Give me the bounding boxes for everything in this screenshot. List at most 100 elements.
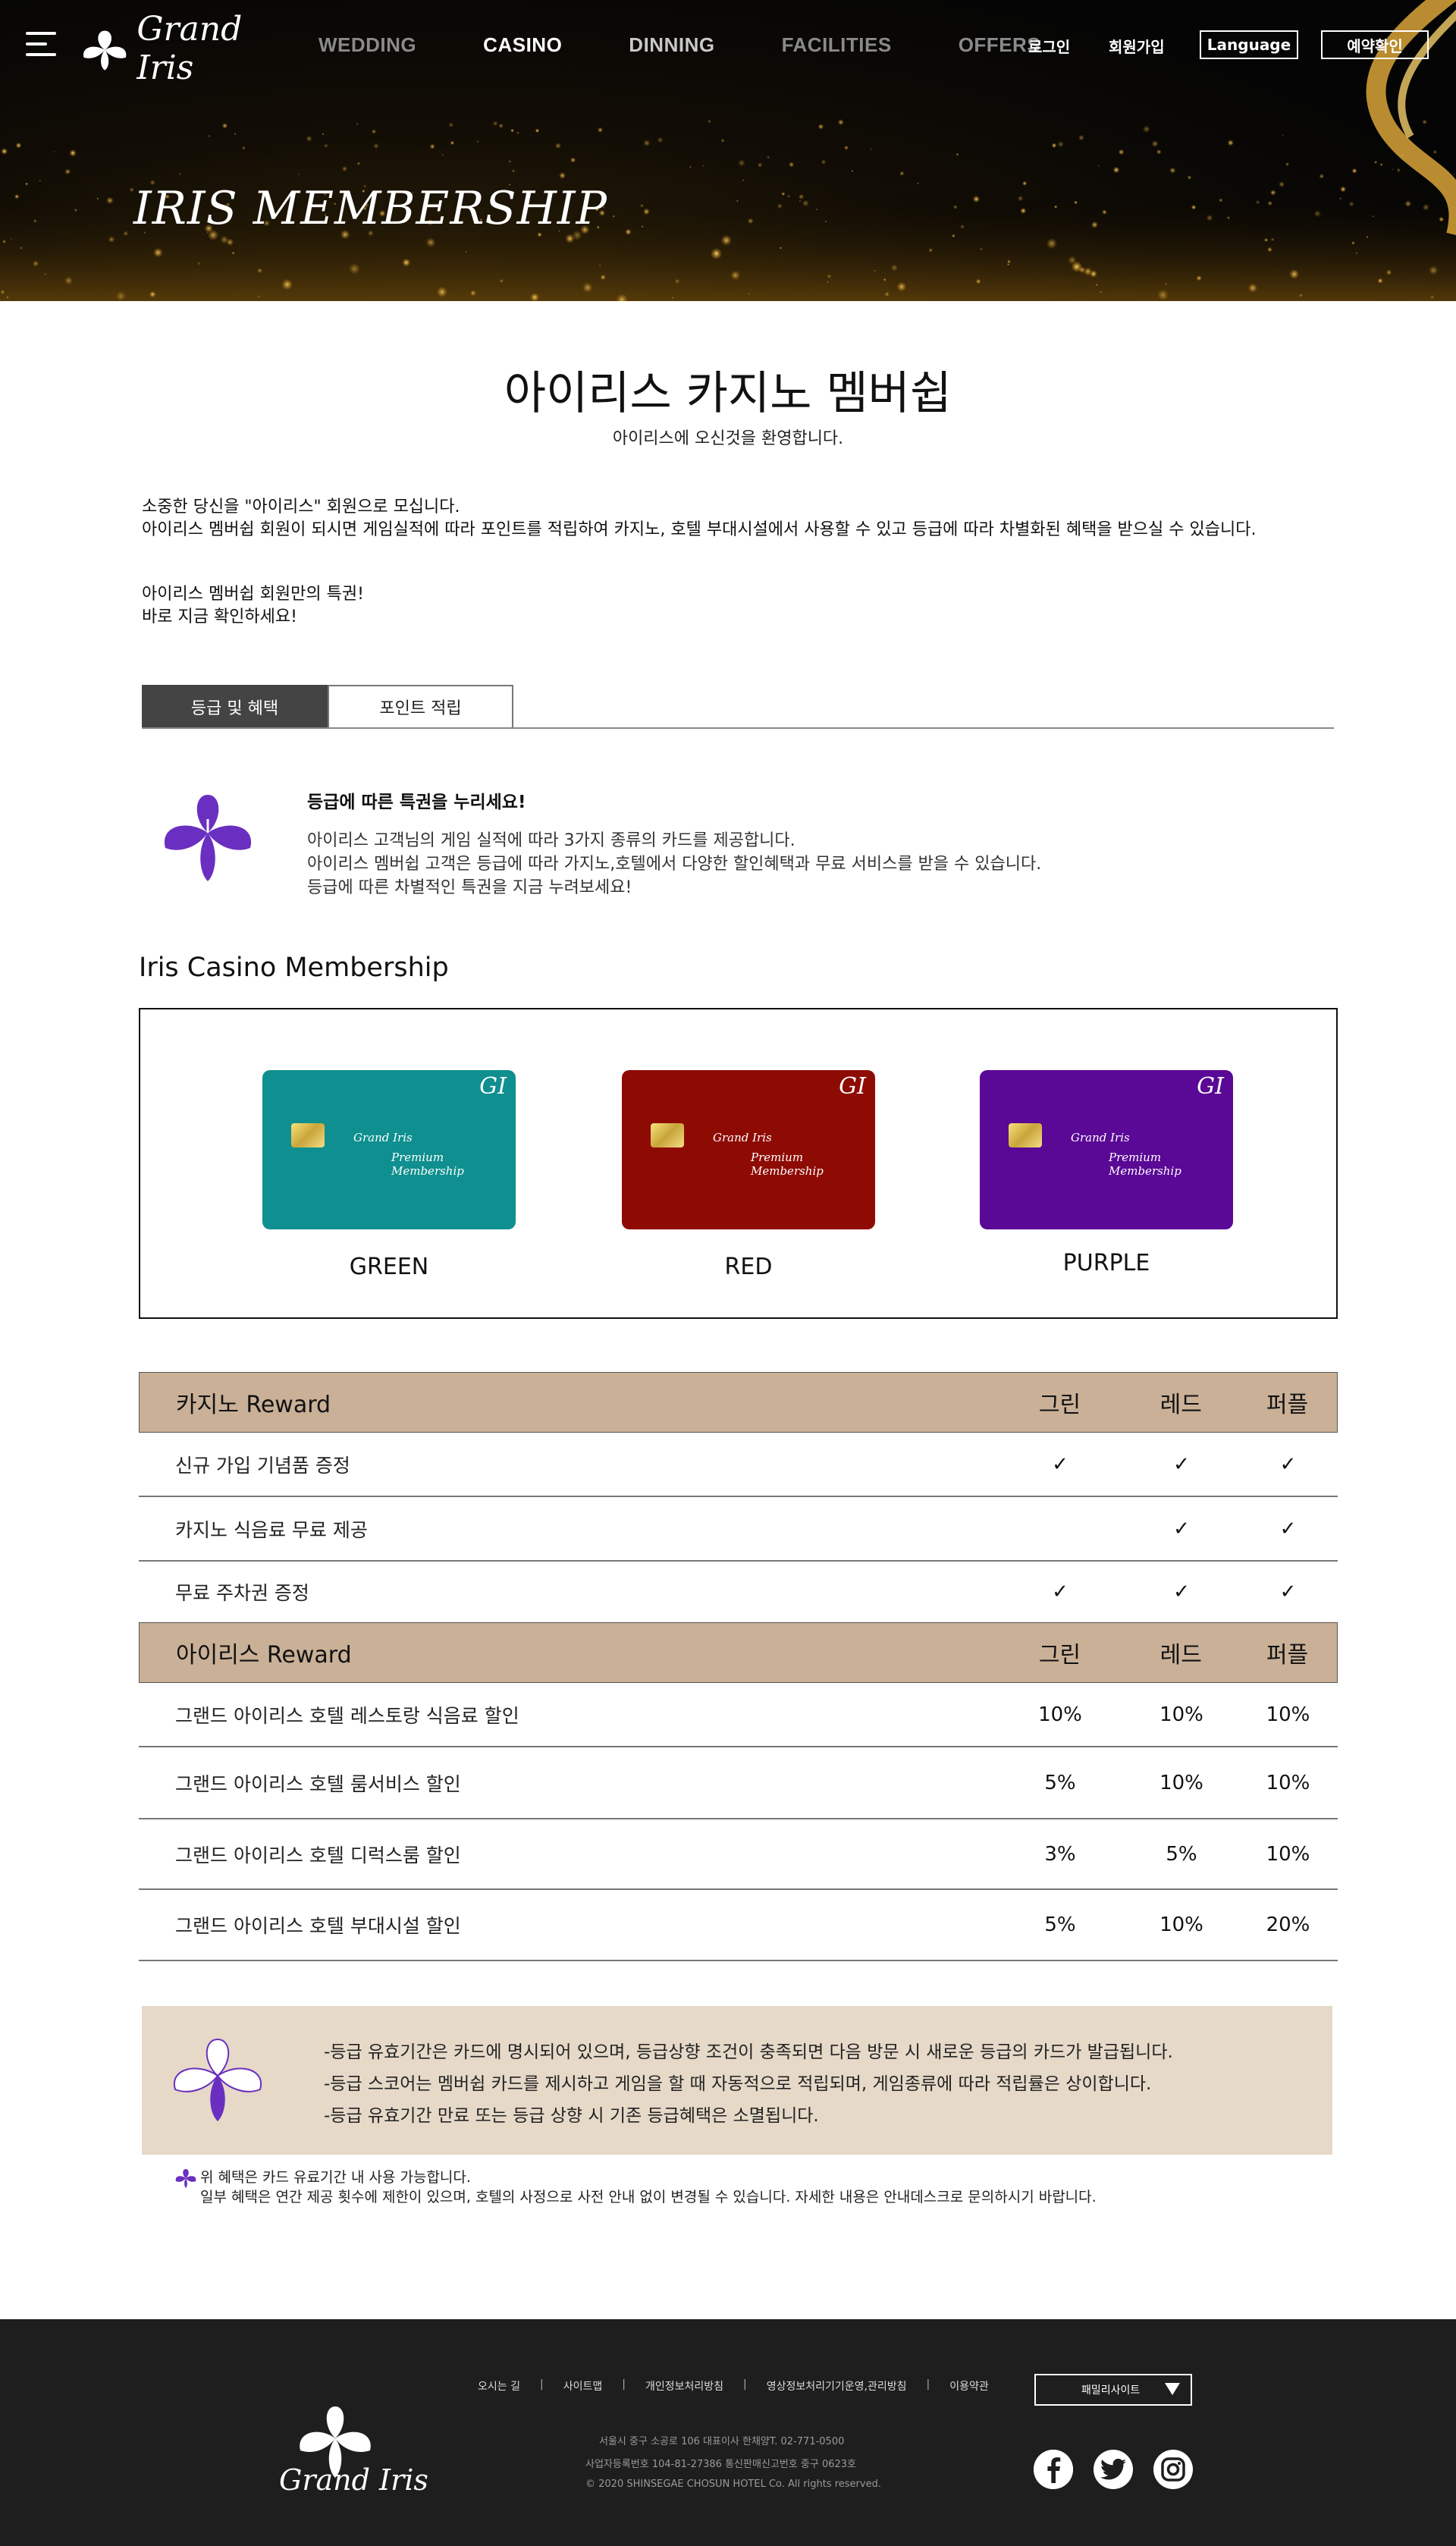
hero-banner: Grand Iris WEDDING CASINO DINNING FACILI… [0, 0, 1456, 301]
table-row: 그랜드 아이리스 호텔 부대시설 할인 5% 10% 20% [139, 1890, 1338, 1961]
row-label: 무료 주차권 증정 [175, 1582, 309, 1604]
benefit-description: 아이리스 고객님의 게임 실적에 따라 3가지 종류의 카드를 제공합니다. 아… [307, 829, 1041, 899]
footer-business-info: 사업자등록번호 104-81-27386 통신판매신고번호 중구 0623호 [585, 2459, 856, 2470]
row-label: 그랜드 아이리스 호텔 레스토랑 식음료 할인 [175, 1704, 519, 1727]
nav-dinning[interactable]: DINNING [629, 33, 714, 57]
table-row: 그랜드 아이리스 호텔 룸서비스 할인 5% 10% 10% [139, 1747, 1338, 1819]
table-title: 카지노 Reward [176, 1392, 331, 1418]
check-icon: ✓ [1279, 1452, 1297, 1476]
card-monogram: GI [839, 1073, 866, 1100]
login-link[interactable]: 로그인 [1028, 35, 1070, 57]
membership-tabs: 등급 및 혜택 포인트 적립 [142, 685, 1334, 729]
row-label: 그랜드 아이리스 호텔 룸서비스 할인 [175, 1772, 461, 1795]
table-row: 무료 주차권 증정 ✓ ✓ ✓ [139, 1562, 1338, 1622]
instagram-glyph [1161, 2457, 1185, 2482]
intro-line: 바로 지금 확인하세요! [142, 607, 297, 626]
table-row: 그랜드 아이리스 호텔 디럭스룸 할인 3% 5% 10% [139, 1819, 1338, 1890]
nav-facilities[interactable]: FACILITIES [782, 33, 892, 57]
col-green: 그린 [1038, 1642, 1081, 1669]
membership-section-title: Iris Casino Membership [139, 953, 449, 983]
iris-flower-icon [173, 2038, 262, 2121]
fineprint-line: 일부 혜택은 연간 제공 횟수에 제한이 있으며, 호텔의 사정으로 사전 안내… [200, 2189, 1097, 2205]
discount-value: 10% [1266, 1703, 1310, 1726]
red-membership-card: GI Grand Iris Premium Membership [622, 1070, 875, 1229]
card-tier-text: Premium Membership [751, 1151, 824, 1178]
check-icon: ✓ [1173, 1517, 1190, 1540]
green-membership-card: GI Grand Iris Premium Membership [262, 1070, 516, 1229]
card-chip-icon [291, 1123, 325, 1147]
iris-flower-icon [83, 30, 127, 71]
benefit-line: 등급에 따른 차별적인 특권을 지금 누려보세요! [307, 878, 632, 897]
tab-grade-benefits[interactable]: 등급 및 혜택 [142, 685, 328, 727]
discount-value: 5% [1044, 1771, 1076, 1794]
discount-value: 10% [1159, 1703, 1203, 1726]
page-title: 아이리스 카지노 멤버쉽 [504, 367, 952, 420]
main-menu: WEDDING CASINO DINNING FACILITIES OFFERS [318, 33, 1107, 57]
dropdown-arrow-icon [1165, 2383, 1180, 2395]
card-brand: Grand Iris [713, 1131, 772, 1144]
facebook-icon[interactable] [1034, 2450, 1073, 2489]
casino-reward-table: 카지노 Reward 그린 레드 퍼플 신규 가입 기념품 증정 ✓ ✓ ✓ 카… [139, 1372, 1338, 1622]
notice-line: -등급 유효기간 만료 또는 등급 상향 시 기존 등급혜택은 소멸됩니다. [324, 2106, 819, 2126]
benefit-line: 아이리스 고객님의 게임 실적에 따라 3가지 종류의 카드를 제공합니다. [307, 831, 795, 850]
notice-box: -등급 유효기간은 카드에 명시되어 있으며, 등급상향 조건이 충족되면 다음… [142, 2006, 1332, 2155]
iris-reward-table: 아이리스 Reward 그린 레드 퍼플 그랜드 아이리스 호텔 레스토랑 식음… [139, 1622, 1338, 1961]
card-tier-text: Premium Membership [1109, 1151, 1181, 1178]
check-icon: ✓ [1279, 1581, 1297, 1603]
intro-line: 아이리스 멤버쉽 회원만의 특권! [142, 585, 364, 604]
check-icon: ✓ [1052, 1452, 1068, 1476]
table-title: 아이리스 Reward [176, 1642, 352, 1669]
language-button[interactable]: Language [1200, 30, 1298, 59]
nav-wedding[interactable]: WEDDING [318, 33, 416, 57]
footer-links: 오시는 길 | 사이트맵 | 개인정보처리방침 | 영상정보처리기기운영,관리방… [478, 2378, 989, 2394]
twitter-icon[interactable] [1094, 2450, 1133, 2489]
logo-text: Grand Iris [136, 10, 243, 87]
footer-link-directions[interactable]: 오시는 길 [478, 2378, 520, 2394]
footer-copyright: © 2020 SHINSEGAE CHOSUN HOTEL Co. All ri… [585, 2479, 881, 2490]
notice-line: -등급 스코어는 멤버쉽 카드를 제시하고 게임을 할 때 자동적으로 적립되며… [324, 2074, 1152, 2094]
row-label: 카지노 식음료 무료 제공 [175, 1518, 368, 1541]
col-purple: 퍼플 [1266, 1392, 1309, 1418]
instagram-icon[interactable] [1153, 2450, 1193, 2489]
card-chip-icon [1009, 1123, 1042, 1147]
menu-hamburger-icon[interactable] [26, 32, 56, 58]
family-site-select[interactable]: 패밀리사이트 [1034, 2374, 1192, 2406]
footer-link-terms[interactable]: 이용약관 [949, 2378, 989, 2394]
twitter-glyph [1100, 2458, 1126, 2480]
row-label: 그랜드 아이리스 호텔 디럭스룸 할인 [175, 1844, 461, 1866]
discount-value: 10% [1266, 1771, 1310, 1794]
footer-link-privacy[interactable]: 개인정보처리방침 [645, 2378, 723, 2394]
col-red: 레드 [1159, 1642, 1202, 1669]
page-subtitle: 아이리스에 오신것을 환영합니다. [612, 429, 844, 448]
col-purple: 퍼플 [1266, 1642, 1309, 1669]
card-label-purple: PURPLE [1062, 1250, 1150, 1276]
benefit-heading: 등급에 따른 특권을 누리세요! [307, 793, 526, 812]
footer-link-cctv-policy[interactable]: 영상정보처리기기운영,관리방침 [767, 2378, 907, 2394]
card-brand: Grand Iris [1071, 1131, 1130, 1144]
footer: Grand Iris 오시는 길 | 사이트맵 | 개인정보처리방침 | 영상정… [0, 2319, 1456, 2546]
discount-value: 5% [1044, 1913, 1076, 1936]
iris-flower-icon [164, 795, 252, 881]
discount-value: 20% [1266, 1913, 1310, 1936]
check-icon: ✓ [1173, 1452, 1190, 1476]
table-header: 아이리스 Reward 그린 레드 퍼플 [139, 1622, 1338, 1683]
footer-logo-text: Grand Iris [279, 2463, 428, 2497]
join-link[interactable]: 회원가입 [1109, 35, 1165, 57]
tab-point-earning[interactable]: 포인트 적립 [328, 685, 513, 727]
intro-line: 아이리스 멤버쉽 회원이 되시면 게임실적에 따라 포인트를 적립하여 카지노,… [142, 520, 1257, 539]
top-navigation: Grand Iris WEDDING CASINO DINNING FACILI… [0, 0, 1456, 91]
discount-value: 10% [1159, 1913, 1203, 1936]
footer-link-sitemap[interactable]: 사이트맵 [563, 2378, 603, 2394]
discount-value: 5% [1166, 1842, 1197, 1866]
notice-line: -등급 유효기간은 카드에 명시되어 있으며, 등급상향 조건이 충족되면 다음… [324, 2042, 1173, 2062]
reservation-check-button[interactable]: 예약확인 [1321, 30, 1429, 59]
intro-privilege-text: 아이리스 멤버쉽 회원만의 특권! 바로 지금 확인하세요! [142, 583, 364, 629]
purple-membership-card: GI Grand Iris Premium Membership [980, 1070, 1233, 1229]
brand-logo[interactable]: Grand Iris [77, 10, 282, 87]
row-label: 그랜드 아이리스 호텔 부대시설 할인 [175, 1915, 461, 1937]
facebook-glyph [1034, 2450, 1073, 2489]
nav-casino[interactable]: CASINO [483, 33, 562, 57]
table-row: 그랜드 아이리스 호텔 레스토랑 식음료 할인 10% 10% 10% [139, 1683, 1338, 1747]
card-chip-icon [651, 1123, 684, 1147]
check-icon: ✓ [1173, 1581, 1190, 1603]
